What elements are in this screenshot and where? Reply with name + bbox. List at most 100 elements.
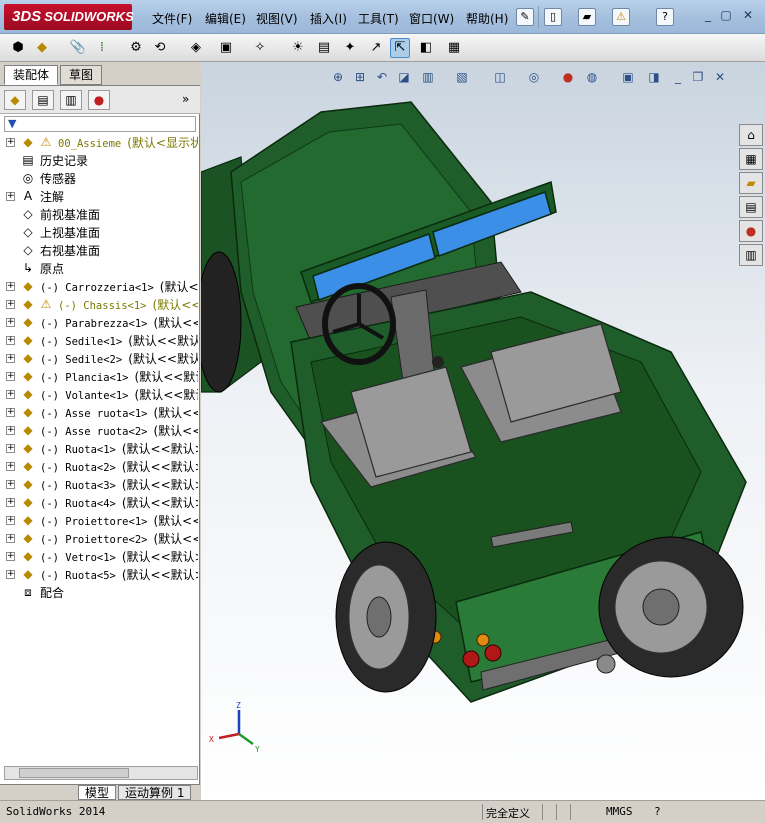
close-button[interactable]: ✕ — [740, 8, 756, 24]
jeep-3d-model[interactable] — [201, 62, 765, 800]
view-orientation-icon[interactable]: ▧ — [453, 68, 471, 86]
snapshot-icon[interactable]: ▦ — [444, 38, 464, 58]
display-style-icon[interactable]: ◫ — [491, 68, 509, 86]
tree-item[interactable]: + ◆ (-) Ruota<4> (默认<<默认>_ — [0, 494, 198, 512]
design-library-icon[interactable]: ▦ — [739, 148, 763, 170]
smart-fastener-icon[interactable]: ⚙ — [126, 38, 146, 58]
tree-item[interactable]: + ◆ (-) Asse ruota<1> (默认<< — [0, 404, 198, 422]
file-explorer-icon[interactable]: ▰ — [739, 172, 763, 194]
expand-toggle-icon[interactable]: + — [6, 138, 15, 147]
tree-item[interactable]: + ◆ ⚠ (-) Chassis<1> (默认<< — [0, 296, 198, 314]
tab-sketch[interactable]: 草图 — [60, 65, 103, 85]
featuremanager-tab-icon[interactable]: ◆ — [4, 90, 26, 110]
tree-item[interactable]: ▤ 历史记录 — [0, 152, 198, 170]
linear-pattern-icon[interactable]: ⁞ — [92, 38, 112, 58]
open-folder-icon[interactable]: ▰ — [578, 8, 596, 26]
menu-help[interactable]: 帮助(H) — [466, 10, 508, 27]
tree-item[interactable]: + ◆ (-) Ruota<3> (默认<<默认>_ — [0, 476, 198, 494]
solidworks-resources-icon[interactable]: ⌂ — [739, 124, 763, 146]
expand-toggle-icon[interactable]: + — [6, 516, 15, 525]
minimize-button[interactable]: _ — [700, 8, 716, 24]
viewport-restore-icon[interactable]: ❐ — [689, 68, 707, 86]
propertymanager-tab-icon[interactable]: ▤ — [32, 90, 54, 110]
tab-motion-study[interactable]: 运动算例 1 — [118, 785, 192, 800]
reference-geometry-icon[interactable]: ✧ — [250, 38, 270, 58]
filter-funnel-icon[interactable]: ▼ — [8, 117, 16, 130]
previous-view-icon[interactable]: ↶ — [373, 68, 391, 86]
tree-item[interactable]: ◇ 上视基准面 — [0, 224, 198, 242]
tree-item[interactable]: + ◆ (-) Proiettore<1> (默认<< — [0, 512, 198, 530]
rebuild-warning-icon[interactable]: ⚠ — [612, 8, 630, 26]
component-icon[interactable]: ⬢ — [8, 38, 28, 58]
edit-appearance-icon[interactable]: ● — [559, 68, 577, 86]
view-palette-icon[interactable]: ▤ — [739, 196, 763, 218]
expand-toggle-icon[interactable]: + — [6, 426, 15, 435]
tree-item[interactable]: ◇ 前视基准面 — [0, 206, 198, 224]
expand-toggle-icon[interactable]: + — [6, 444, 15, 453]
tree-item[interactable]: + ◆ ⚠ 00_Assieme (默认<显示状态 — [0, 134, 198, 152]
pin-icon[interactable]: ✎ — [516, 8, 534, 26]
tree-item[interactable]: + ◆ (-) Asse ruota<2> (默认<< — [0, 422, 198, 440]
expand-toggle-icon[interactable]: + — [6, 534, 15, 543]
tree-item[interactable]: + ◆ (-) Carrozzeria<1> (默认<< — [0, 278, 198, 296]
status-help-icon[interactable]: ? — [654, 805, 661, 818]
expand-toggle-icon[interactable]: + — [6, 282, 15, 291]
tree-item[interactable]: ⧈ 配合 — [0, 584, 198, 602]
new-motion-study-icon[interactable]: ☀ — [288, 38, 308, 58]
tree-item[interactable]: + ◆ (-) Plancia<1> (默认<<默认 — [0, 368, 198, 386]
viewport-close-icon[interactable]: ✕ — [711, 68, 729, 86]
zoom-to-area-icon[interactable]: ⊞ — [351, 68, 369, 86]
tree-item[interactable]: + ◆ (-) Sedile<1> (默认<<默认 — [0, 332, 198, 350]
section-view-icon[interactable]: ◪ — [395, 68, 413, 86]
tree-item[interactable]: ◎ 传感器 — [0, 170, 198, 188]
tree-item[interactable]: + ◆ (-) Sedile<2> (默认<<默认 — [0, 350, 198, 368]
scrollbar-thumb[interactable] — [19, 768, 129, 778]
instant3d-icon[interactable]: ⇱ — [390, 38, 410, 58]
insert-component-icon[interactable]: ◆ — [32, 38, 52, 58]
expand-toggle-icon[interactable]: + — [6, 552, 15, 561]
appearances-icon[interactable]: ● — [739, 220, 763, 242]
maximize-button[interactable]: ▢ — [718, 8, 734, 24]
hide-show-icon[interactable]: ◈ — [186, 38, 206, 58]
menu-view[interactable]: 视图(V) — [256, 10, 298, 27]
tab-assembly[interactable]: 装配体 — [4, 65, 59, 85]
zoom-to-fit-icon[interactable]: ⊕ — [329, 68, 347, 86]
tree-item[interactable]: ◇ 右视基准面 — [0, 242, 198, 260]
new-document-icon[interactable]: ▯ — [544, 8, 562, 26]
displaymanager-tab-icon[interactable]: ● — [88, 90, 110, 110]
expand-toggle-icon[interactable]: + — [6, 408, 15, 417]
dynamic-annotation-icon[interactable]: ▥ — [419, 68, 437, 86]
tree-item[interactable]: + ◆ (-) Volante<1> (默认<<默认 — [0, 386, 198, 404]
move-component-icon[interactable]: ⟲ — [150, 38, 170, 58]
configurationmanager-tab-icon[interactable]: ▥ — [60, 90, 82, 110]
menu-insert[interactable]: 插入(I) — [310, 10, 347, 27]
solidworks-logo[interactable]: 3DS SOLIDWORKS — [4, 4, 134, 30]
menu-window[interactable]: 窗口(W) — [409, 10, 454, 27]
tree-item[interactable]: ↳ 原点 — [0, 260, 198, 278]
expand-toggle-icon[interactable]: + — [6, 498, 15, 507]
tree-item[interactable]: + ◆ (-) Vetro<1> (默认<<默认>_ — [0, 548, 198, 566]
tree-item[interactable]: + ◆ (-) Ruota<2> (默认<<默认>_ — [0, 458, 198, 476]
large-assembly-mode-icon[interactable]: ◧ — [416, 38, 436, 58]
tree-item[interactable]: + ◆ (-) Ruota<1> (默认<<默认>_ — [0, 440, 198, 458]
tree-item[interactable]: + ◆ (-) Proiettore<2> (默认<< — [0, 530, 198, 548]
explode-line-sketch-icon[interactable]: ↗ — [366, 38, 386, 58]
expand-toggle-icon[interactable]: + — [6, 372, 15, 381]
expand-toggle-icon[interactable]: + — [6, 354, 15, 363]
tree-item[interactable]: + A 注解 — [0, 188, 198, 206]
expand-toggle-icon[interactable]: + — [6, 192, 15, 201]
exploded-view-icon[interactable]: ✦ — [340, 38, 360, 58]
tab-model[interactable]: 模型 — [78, 785, 117, 800]
expand-toggle-icon[interactable]: + — [6, 480, 15, 489]
assembly-features-icon[interactable]: ▣ — [216, 38, 236, 58]
view-settings-icon[interactable]: ▣ — [619, 68, 637, 86]
expand-toggle-icon[interactable]: + — [6, 462, 15, 471]
hide-show-items-icon[interactable]: ◎ — [525, 68, 543, 86]
expand-toggle-icon[interactable]: + — [6, 336, 15, 345]
bill-of-materials-icon[interactable]: ▤ — [314, 38, 334, 58]
mate-paperclip-icon[interactable]: 📎 — [68, 38, 88, 58]
menu-tools[interactable]: 工具(T) — [358, 10, 399, 27]
viewport-minimize-icon[interactable]: _ — [669, 68, 687, 86]
expand-toggle-icon[interactable]: + — [6, 300, 15, 309]
apply-scene-icon[interactable]: ◍ — [583, 68, 601, 86]
